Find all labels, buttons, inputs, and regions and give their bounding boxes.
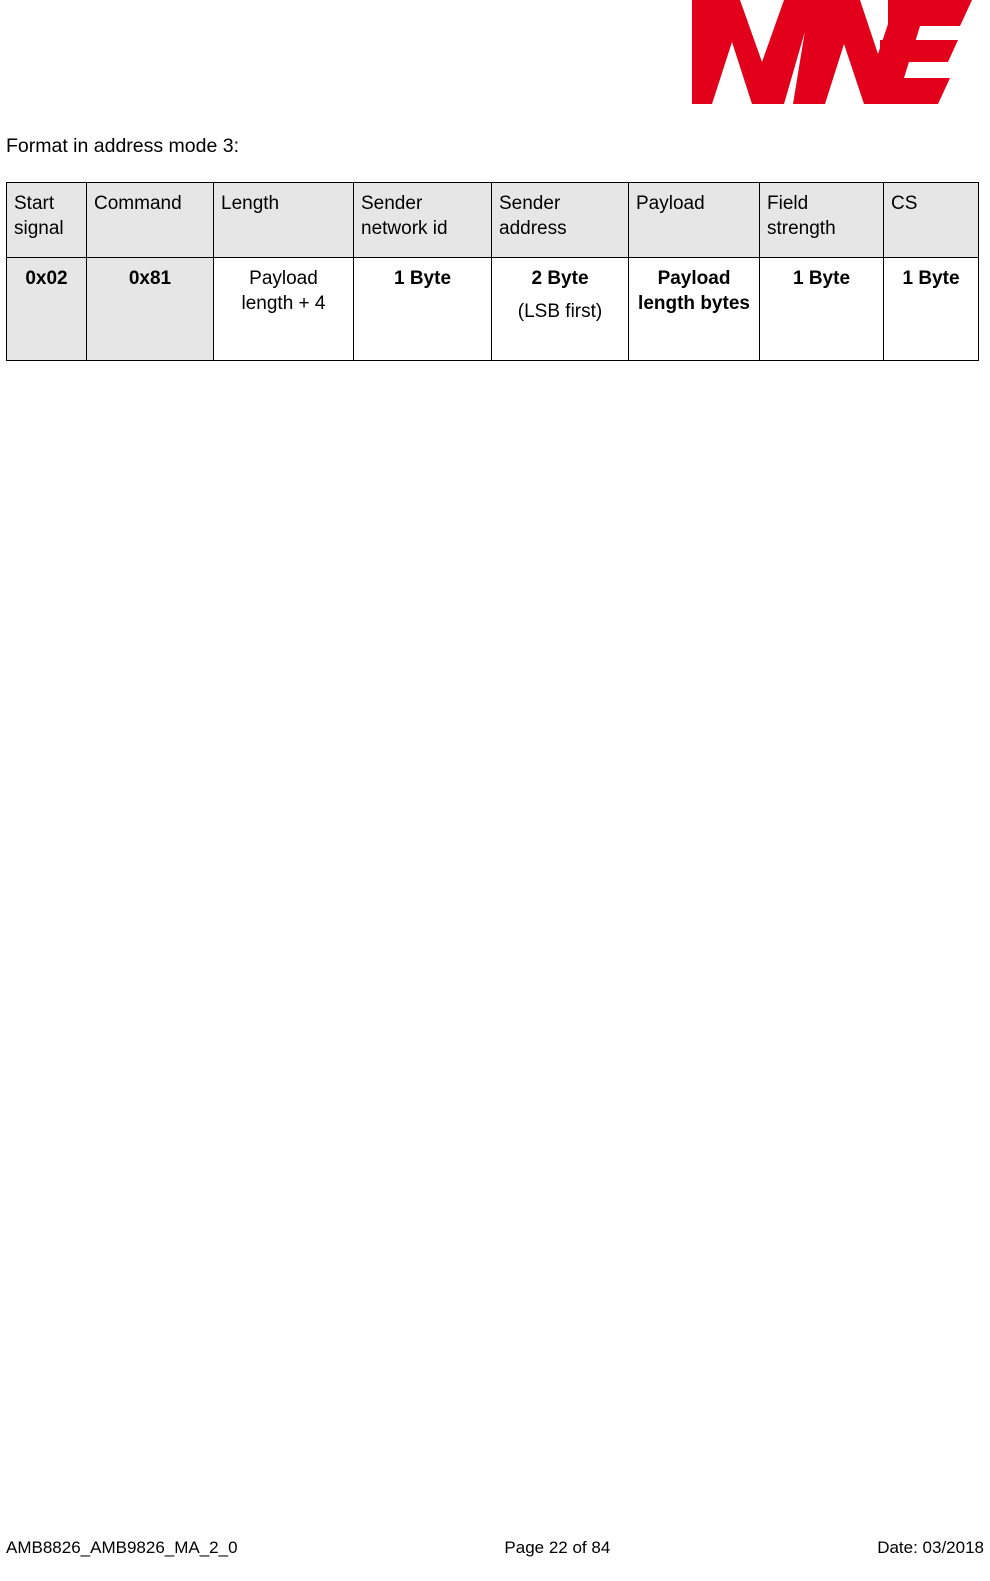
we-wurth-elektronik-logo bbox=[692, 0, 972, 118]
table-header-cell-field-strength: Field strength bbox=[759, 182, 884, 258]
page-footer: AMB8826_AMB9826_MA_2_0 Page 22 of 84 Dat… bbox=[6, 1537, 984, 1559]
table-header-cell-sender-address: Sender address bbox=[491, 182, 629, 258]
table-cell-cs-value: 1 Byte bbox=[883, 257, 979, 361]
table-header-cell-length: Length bbox=[213, 182, 354, 258]
sender-address-size: 2 Byte bbox=[531, 268, 589, 289]
table-cell-start-signal-value: 0x02 bbox=[6, 257, 87, 361]
table-cell-payload-value: Payload length bytes bbox=[628, 257, 760, 361]
table-header-cell-cs: CS bbox=[883, 182, 979, 258]
table-cell-command-value: 0x81 bbox=[86, 257, 214, 361]
frame-format-table: Start signal Command Length Sender netwo… bbox=[6, 182, 979, 361]
table-header-cell-sender-network-id: Sender network id bbox=[353, 182, 492, 258]
footer-page-number: Page 22 of 84 bbox=[504, 1538, 611, 1557]
document-page: Format in address mode 3: Start signal C… bbox=[0, 0, 990, 1581]
table-header-row: Start signal Command Length Sender netwo… bbox=[6, 182, 979, 258]
table-cell-sender-network-id-value: 1 Byte bbox=[353, 257, 492, 361]
table-header-cell-start-signal: Start signal bbox=[6, 182, 87, 258]
table-value-row: 0x02 0x81 Payload length + 4 1 Byte 2 By… bbox=[6, 257, 979, 361]
section-intro-text: Format in address mode 3: bbox=[6, 135, 240, 157]
table-cell-field-strength-value: 1 Byte bbox=[759, 257, 884, 361]
table-cell-sender-address-value: 2 Byte (LSB first) bbox=[491, 257, 629, 361]
table-cell-length-value: Payload length + 4 bbox=[213, 257, 354, 361]
table-header-cell-command: Command bbox=[86, 182, 214, 258]
table-header-cell-payload: Payload bbox=[628, 182, 760, 258]
footer-date: Date: 03/2018 bbox=[877, 1538, 984, 1557]
footer-document-id: AMB8826_AMB9826_MA_2_0 bbox=[6, 1538, 238, 1557]
sender-address-note: (LSB first) bbox=[517, 301, 603, 322]
